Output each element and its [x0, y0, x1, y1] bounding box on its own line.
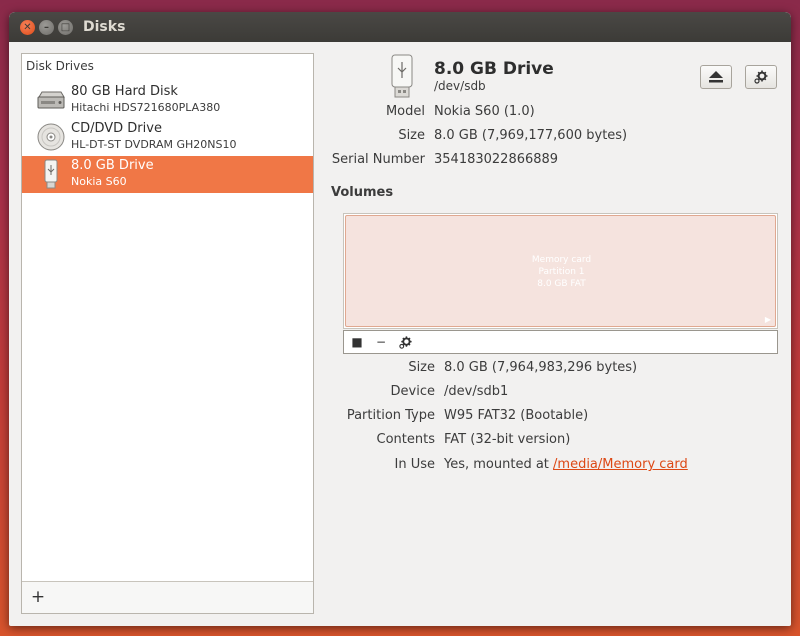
device-value: /dev/sdb1 — [444, 384, 509, 399]
close-icon: ✕ — [23, 21, 32, 33]
window-title: Disks — [83, 19, 126, 35]
in-use-prefix: Yes, mounted at — [444, 457, 554, 472]
sidebar-item-hard-disk[interactable]: 80 GB Hard Disk Hitachi HDS721680PLA380 — [22, 82, 313, 119]
title-bar: ✕ – □ Disks — [9, 12, 791, 42]
partition-name: Memory card — [531, 255, 592, 265]
disk-drives-sidebar: Disk Drives 80 GB Hard Disk Hitachi HDS7… — [21, 53, 314, 614]
volume-size-value: 8.0 GB (7,964,983,296 bytes) — [444, 360, 638, 375]
contents-value: FAT (32-bit version) — [444, 432, 571, 447]
sidebar-item-optical-drive[interactable]: CD/DVD Drive HL-DT-ST DVDRAM GH20NS10 — [22, 119, 313, 156]
partition-size: 8.0 GB FAT — [537, 279, 586, 289]
drive-name: CD/DVD Drive — [71, 121, 162, 136]
mount-point-link[interactable]: /media/Memory card — [553, 457, 688, 472]
sidebar-header: Disk Drives — [26, 59, 94, 73]
delete-partition-button[interactable]: − — [372, 334, 390, 350]
drive-name: 80 GB Hard Disk — [71, 84, 178, 99]
volumes-heading: Volumes — [331, 185, 394, 200]
partition-type-value: W95 FAT32 (Bootable) — [444, 408, 589, 423]
drive-name: 8.0 GB Drive — [71, 158, 154, 173]
sidebar-toolbar: + — [22, 581, 313, 613]
usb-drive-icon — [391, 54, 413, 98]
usb-drive-icon — [44, 159, 58, 189]
partition-number: Partition 1 — [538, 267, 585, 277]
unmount-button[interactable]: ■ — [348, 334, 366, 350]
maximize-window-button[interactable]: □ — [58, 20, 73, 35]
volume-size-label: Size — [408, 360, 435, 375]
volume-map: Memory card Partition 1 8.0 GB FAT ▶ — [343, 213, 778, 329]
minimize-icon: – — [44, 21, 49, 33]
sidebar-item-usb-drive[interactable]: 8.0 GB Drive Nokia S60 — [22, 156, 313, 193]
partition-block[interactable]: Memory card Partition 1 8.0 GB FAT ▶ — [345, 215, 776, 327]
drive-model: Nokia S60 — [71, 175, 127, 188]
model-label: Model — [385, 104, 425, 119]
drive-model: HL-DT-ST DVDRAM GH20NS10 — [71, 138, 237, 151]
model-value: Nokia S60 (1.0) — [434, 104, 535, 119]
optical-disc-icon — [37, 123, 65, 151]
drive-model: Hitachi HDS721680PLA380 — [71, 101, 221, 114]
volume-toolbar: ■ − — [343, 330, 778, 354]
gear-icon — [398, 335, 412, 349]
partition-settings-button[interactable] — [396, 334, 414, 350]
in-use-label: In Use — [394, 457, 436, 472]
hard-disk-icon — [37, 91, 65, 109]
disks-window: ✕ – □ Disks Disk Drives 80 GB Hard Disk … — [9, 12, 791, 626]
gear-icon — [754, 70, 768, 84]
serial-number-value: 354183022866889 — [434, 152, 559, 167]
play-arrow-icon: ▶ — [764, 315, 771, 324]
maximize-icon: □ — [60, 21, 71, 33]
eject-button[interactable] — [700, 65, 732, 89]
drive-settings-button[interactable] — [745, 65, 777, 89]
contents-label: Contents — [376, 432, 435, 447]
serial-number-label: Serial Number — [331, 152, 425, 167]
drive-title: 8.0 GB Drive — [434, 59, 554, 79]
device-label: Device — [390, 384, 435, 399]
minimize-window-button[interactable]: – — [39, 20, 54, 35]
size-value: 8.0 GB (7,969,177,600 bytes) — [434, 128, 628, 143]
drive-device: /dev/sdb — [434, 79, 486, 93]
size-label: Size — [398, 128, 425, 143]
in-use-value: Yes, mounted at /media/Memory card — [444, 457, 688, 472]
close-window-button[interactable]: ✕ — [20, 20, 35, 35]
eject-icon — [709, 71, 723, 83]
partition-type-label: Partition Type — [346, 408, 435, 423]
add-drive-button[interactable]: + — [28, 586, 48, 608]
